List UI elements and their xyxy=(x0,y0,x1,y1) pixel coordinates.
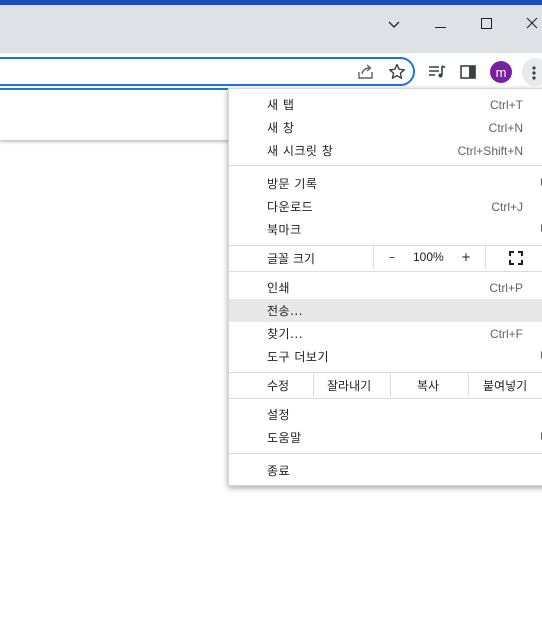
menu-item-label: 찾기... xyxy=(267,327,304,341)
menu-item-new-window[interactable]: 새 창 Ctrl+N xyxy=(229,116,542,139)
menu-item-label: 다운로드 xyxy=(267,200,314,214)
menu-item-help[interactable]: 도움말 xyxy=(229,426,542,449)
menu-item-label: 북마크 xyxy=(267,223,302,237)
menu-item-incognito[interactable]: 새 시크릿 창 Ctrl+Shift+N xyxy=(229,139,542,162)
menu-item-history[interactable]: 방문 기록 xyxy=(229,172,542,195)
menu-separator xyxy=(229,271,542,272)
title-bar xyxy=(0,5,542,53)
menu-item-new-tab[interactable]: 새 탭 Ctrl+T xyxy=(229,93,542,116)
zoom-level-value: 100% xyxy=(413,250,444,264)
edit-divider xyxy=(468,373,469,397)
zoom-divider xyxy=(373,246,374,270)
menu-item-cast[interactable]: 전송... xyxy=(229,299,542,322)
close-icon xyxy=(526,14,538,33)
media-queue-icon[interactable] xyxy=(425,60,449,84)
copy-button[interactable]: 복사 xyxy=(417,377,439,394)
menu-item-label: 새 탭 xyxy=(267,98,295,112)
browser-toolbar xyxy=(0,53,542,91)
menu-item-label: 종료 xyxy=(267,464,291,478)
zoom-label: 글꼴 크기 xyxy=(267,252,315,266)
share-icon[interactable] xyxy=(354,60,378,84)
tab-search-button[interactable] xyxy=(371,5,417,41)
menu-item-find[interactable]: 찾기... Ctrl+F xyxy=(229,322,542,345)
menu-item-label: 새 시크릿 창 xyxy=(267,144,334,158)
chrome-main-menu: 새 탭 Ctrl+T 새 창 Ctrl+N 새 시크릿 창 Ctrl+Shift… xyxy=(228,88,542,486)
menu-button[interactable] xyxy=(522,58,542,86)
maximize-button[interactable] xyxy=(463,5,509,41)
menu-item-label: 새 창 xyxy=(267,121,295,135)
find-bar-panel xyxy=(0,88,232,140)
menu-item-downloads[interactable]: 다운로드 Ctrl+J xyxy=(229,195,542,218)
menu-item-label: 설정 xyxy=(267,408,291,422)
fullscreen-icon[interactable] xyxy=(509,251,523,268)
menu-item-label: 방문 기록 xyxy=(267,177,318,191)
menu-separator xyxy=(229,398,542,399)
zoom-in-button[interactable]: + xyxy=(461,250,471,264)
minimize-button[interactable] xyxy=(417,5,463,41)
zoom-out-button[interactable]: – xyxy=(389,250,395,264)
menu-item-shortcut: Ctrl+J xyxy=(491,199,523,214)
menu-item-more-tools[interactable]: 도구 더보기 xyxy=(229,345,542,368)
menu-item-shortcut: Ctrl+T xyxy=(490,97,523,112)
edit-divider xyxy=(313,373,314,397)
menu-item-shortcut: Ctrl+P xyxy=(489,280,523,295)
menu-item-label: 인쇄 xyxy=(267,281,291,295)
menu-separator xyxy=(229,453,542,454)
zoom-divider xyxy=(485,246,486,270)
menu-item-label: 도구 더보기 xyxy=(267,350,330,364)
address-bar[interactable] xyxy=(0,57,415,86)
kebab-menu-icon xyxy=(532,65,536,84)
minimize-icon xyxy=(434,14,446,33)
menu-item-shortcut: Ctrl+Shift+N xyxy=(457,143,523,158)
menu-item-label: 전송... xyxy=(267,304,304,318)
avatar-letter: m xyxy=(495,64,507,80)
menu-item-exit[interactable]: 종료 xyxy=(229,459,542,482)
cut-button[interactable]: 잘라내기 xyxy=(327,377,371,394)
menu-item-print[interactable]: 인쇄 Ctrl+P xyxy=(229,276,542,299)
menu-item-bookmarks[interactable]: 북마크 xyxy=(229,218,542,241)
menu-item-settings[interactable]: 설정 xyxy=(229,403,542,426)
zoom-row: 글꼴 크기 – 100% + xyxy=(229,246,542,270)
menu-item-label: 도움말 xyxy=(267,431,302,445)
menu-separator xyxy=(229,165,542,166)
menu-item-shortcut: Ctrl+N xyxy=(488,120,523,135)
edit-label: 수정 xyxy=(267,379,290,393)
side-panel-icon[interactable] xyxy=(456,60,480,84)
menu-item-shortcut: Ctrl+F xyxy=(490,326,523,341)
edit-divider xyxy=(390,373,391,397)
bookmark-star-icon[interactable] xyxy=(385,60,409,84)
paste-button[interactable]: 붙여넣기 xyxy=(483,377,527,394)
chevron-down-icon xyxy=(388,14,400,33)
maximize-icon xyxy=(480,14,492,33)
close-button[interactable] xyxy=(509,5,542,41)
edit-row: 수정 잘라내기 복사 붙여넣기 xyxy=(229,373,542,397)
profile-avatar[interactable]: m xyxy=(490,61,512,83)
